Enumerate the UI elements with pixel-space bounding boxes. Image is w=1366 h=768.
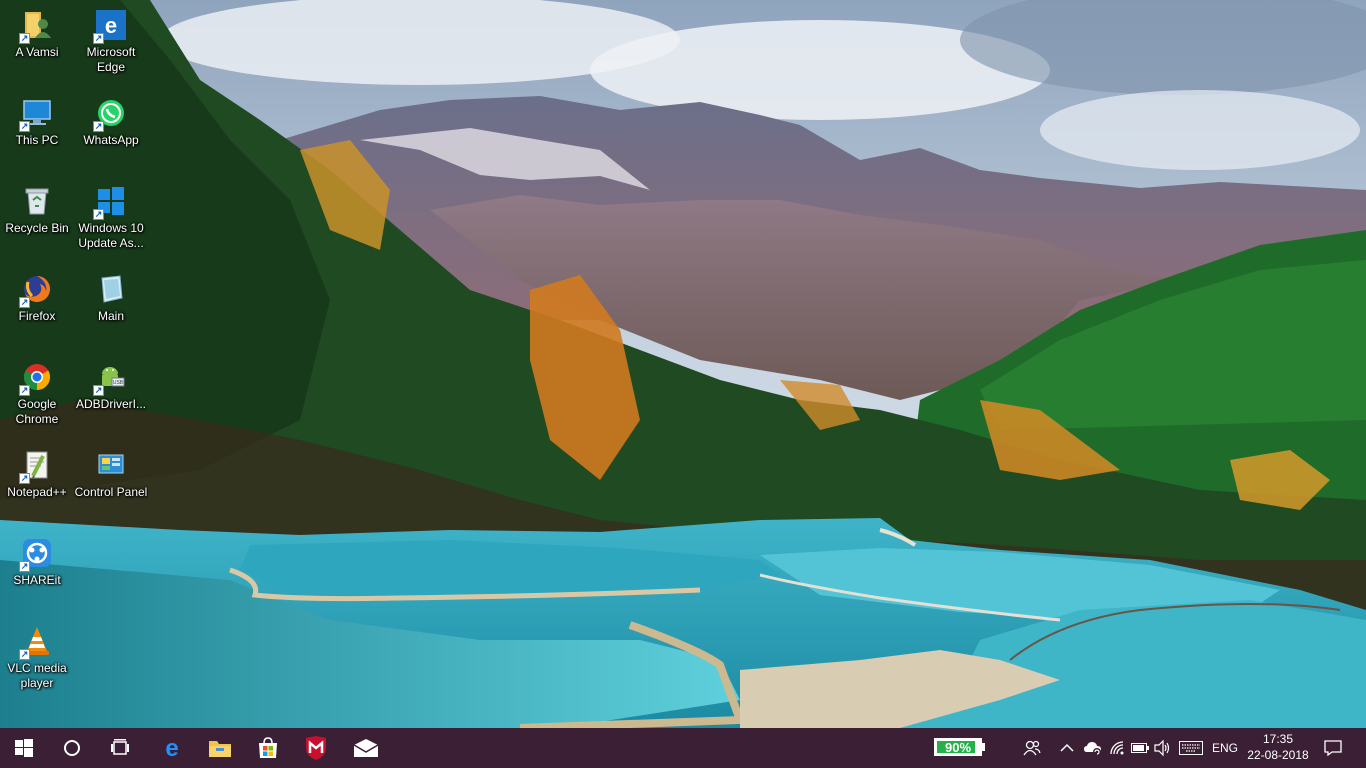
- desktop-icon-shareit[interactable]: ↗ SHAREit: [0, 530, 74, 614]
- desktop-icon-label: VLC media player: [7, 661, 67, 690]
- user-folder-icon: ↗: [19, 8, 54, 44]
- desktop-icon-label: Recycle Bin: [5, 221, 69, 235]
- clock[interactable]: 17:35 22-08-2018: [1244, 731, 1312, 763]
- taskbar-file-explorer-button[interactable]: [196, 728, 244, 768]
- taskbar-store-button[interactable]: [244, 728, 292, 768]
- cortana-search-button[interactable]: [48, 728, 96, 768]
- desktop-icon-label: This PC: [15, 133, 59, 147]
- desktop-icon-adbdriver[interactable]: USB ↗ ADBDriverI...: [74, 354, 148, 438]
- wallpaper-landscape: [0, 0, 1366, 728]
- desktop-icon-recycle-bin[interactable]: Recycle Bin: [0, 178, 74, 262]
- whatsapp-icon: ↗: [93, 96, 128, 132]
- desktop-icon-microsoft-edge[interactable]: e ↗ Microsoft Edge: [74, 2, 148, 86]
- taskbar: e 90% ENG 17:35 22-08-2018: [0, 728, 1366, 768]
- document-icon: [94, 272, 128, 306]
- input-language-indicator[interactable]: ENG: [1210, 728, 1240, 768]
- chrome-icon: ↗: [19, 360, 54, 396]
- chevron-up-icon: [1060, 743, 1074, 752]
- desktop-icon-firefox[interactable]: ↗ Firefox: [0, 266, 74, 350]
- svg-text:e: e: [165, 736, 178, 760]
- edge-icon: e: [165, 736, 178, 760]
- action-center-icon: [1324, 740, 1342, 756]
- keyboard-icon: [1179, 741, 1203, 755]
- desktop-icon-label: Firefox: [18, 309, 56, 323]
- android-driver-icon: USB ↗: [93, 360, 128, 396]
- recycle-bin-icon: [20, 184, 54, 218]
- volume-button[interactable]: [1152, 728, 1174, 768]
- windows-start-icon: [15, 739, 33, 757]
- cortana-circle-icon: [64, 740, 80, 756]
- windows-update-icon: ↗: [93, 184, 128, 220]
- wifi-button[interactable]: [1106, 728, 1128, 768]
- mail-icon: [353, 739, 379, 757]
- battery-nub: [982, 743, 985, 751]
- start-button[interactable]: [0, 728, 48, 768]
- edge-icon: e ↗: [93, 8, 128, 44]
- taskbar-mcafee-button[interactable]: [292, 728, 340, 768]
- battery-percent-text: 90%: [944, 740, 972, 755]
- desktop-icon-this-pc[interactable]: ↗ This PC: [0, 90, 74, 174]
- desktop-icon-control-panel[interactable]: Control Panel: [74, 442, 148, 526]
- battery-percentage-indicator[interactable]: 90%: [934, 738, 982, 756]
- desktop-icon-label: Microsoft Edge: [86, 45, 136, 74]
- desktop-icon-main[interactable]: Main: [74, 266, 148, 350]
- action-center-button[interactable]: [1318, 728, 1348, 768]
- desktop-icon-label: SHAREit: [13, 573, 61, 587]
- wifi-icon: [1110, 741, 1124, 755]
- battery-icon: [1131, 743, 1149, 753]
- onedrive-sync-icon: [1084, 742, 1101, 756]
- desktop-icon-label: WhatsApp: [83, 133, 139, 147]
- touch-keyboard-button[interactable]: [1176, 728, 1206, 768]
- folder-icon: [209, 741, 231, 757]
- taskbar-edge-button[interactable]: e: [148, 728, 196, 768]
- svg-text:USB: USB: [113, 380, 124, 386]
- this-pc-icon: ↗: [19, 96, 54, 132]
- show-hidden-icons-button[interactable]: [1056, 728, 1078, 768]
- desktop-icon-a-vamsi[interactable]: ↗ A Vamsi: [0, 2, 74, 86]
- battery-button[interactable]: [1128, 728, 1152, 768]
- desktop-icon-google-chrome[interactable]: ↗ Google Chrome: [0, 354, 74, 438]
- taskbar-mail-button[interactable]: [342, 728, 390, 768]
- clock-date: 22-08-2018: [1247, 748, 1309, 762]
- desktop-icon-label: Main: [97, 309, 124, 323]
- desktop-icon-label: ADBDriverI...: [75, 397, 146, 411]
- people-icon: [1023, 740, 1041, 756]
- desktop-icon-label: Google Chrome: [15, 397, 59, 426]
- svg-text:e: e: [105, 13, 117, 38]
- firefox-icon: ↗: [19, 272, 54, 308]
- desktop-icon-notepadpp[interactable]: ↗ Notepad++: [0, 442, 74, 526]
- volume-icon: [1154, 740, 1170, 756]
- store-icon: [259, 737, 277, 758]
- shareit-icon: ↗: [19, 536, 54, 572]
- desktop[interactable]: ↗ A Vamsi ↗ This PC Recycle Bin ↗ Firefo…: [0, 0, 1366, 728]
- desktop-icon-label: Control Panel: [74, 485, 148, 499]
- desktop-icon-label: A Vamsi: [15, 45, 59, 59]
- desktop-icon-label: Notepad++: [7, 485, 67, 499]
- desktop-icon-whatsapp[interactable]: ↗ WhatsApp: [74, 90, 148, 174]
- mcafee-icon: [306, 736, 326, 760]
- people-button[interactable]: [1018, 728, 1046, 768]
- task-view-icon: [111, 739, 129, 755]
- task-view-button[interactable]: [96, 728, 144, 768]
- vlc-icon: ↗: [19, 624, 54, 660]
- desktop-icon-label: Windows 10 Update As...: [78, 221, 144, 250]
- clock-time: 17:35: [1262, 732, 1294, 746]
- desktop-icon-vlc[interactable]: ↗ VLC media player: [0, 618, 74, 702]
- onedrive-sync-button[interactable]: [1080, 728, 1106, 768]
- desktop-icon-windows-update-assistant[interactable]: ↗ Windows 10 Update As...: [74, 178, 148, 262]
- control-panel-icon: [94, 448, 128, 482]
- notepadpp-icon: ↗: [19, 448, 54, 484]
